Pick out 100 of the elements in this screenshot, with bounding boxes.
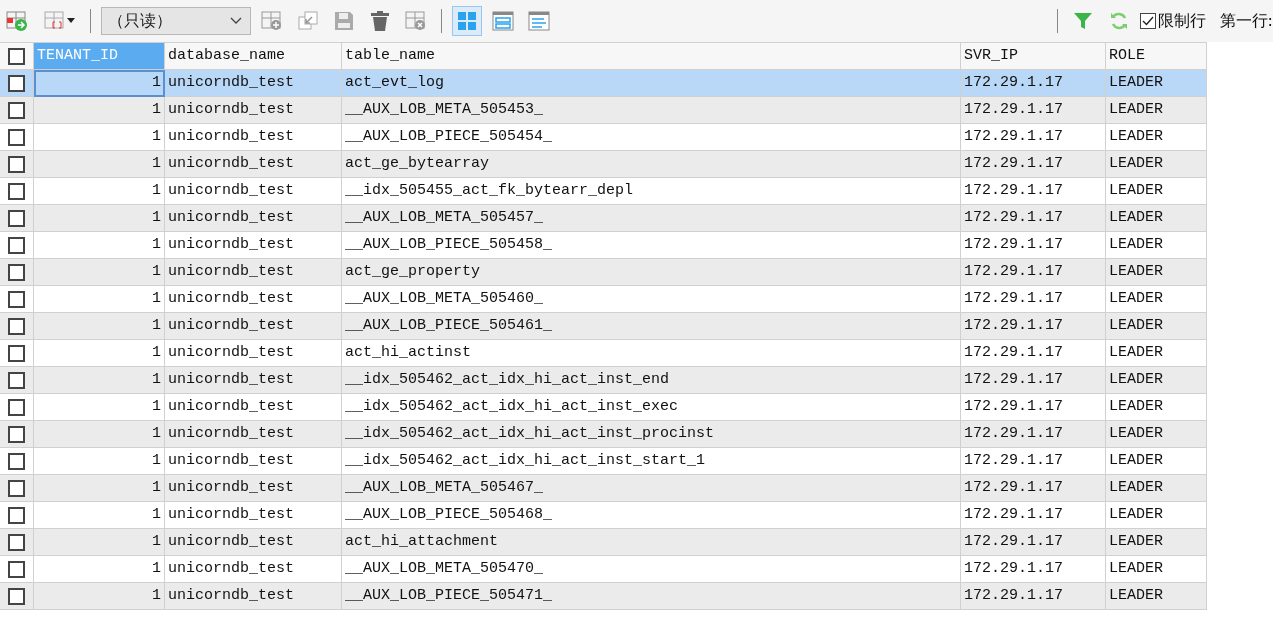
column-header[interactable]: SVR_IP xyxy=(961,43,1106,70)
column-header[interactable]: ROLE xyxy=(1106,43,1207,70)
row-checkbox[interactable] xyxy=(8,317,25,335)
table-cell: unicorndb_test xyxy=(165,502,342,529)
table-cell: 1 xyxy=(34,502,165,529)
table-cell: 1 xyxy=(34,232,165,259)
table-cell: act_ge_bytearray xyxy=(342,151,961,178)
row-checkbox[interactable] xyxy=(8,452,25,470)
first-row-label: 第一行: xyxy=(1219,10,1273,32)
row-checkbox[interactable] xyxy=(8,236,25,254)
table-cell: 172.29.1.17 xyxy=(961,205,1106,232)
table-cell: act_evt_log xyxy=(342,70,961,97)
table-cell: LEADER xyxy=(1106,583,1207,610)
row-checkbox[interactable] xyxy=(8,155,25,173)
table-cell: 172.29.1.17 xyxy=(961,421,1106,448)
save-icon xyxy=(332,9,356,33)
table-plus-icon xyxy=(260,9,284,33)
table-cell: 1 xyxy=(34,421,165,448)
table-cell: LEADER xyxy=(1106,367,1207,394)
row-checkbox[interactable] xyxy=(8,398,25,416)
caret-icon xyxy=(67,18,75,24)
row-checkbox[interactable] xyxy=(8,371,25,389)
table-cell: 172.29.1.17 xyxy=(961,583,1106,610)
table-cell: 172.29.1.17 xyxy=(961,232,1106,259)
table-cell: 1 xyxy=(34,124,165,151)
table-cell: 1 xyxy=(34,313,165,340)
row-checkbox[interactable] xyxy=(8,425,25,443)
table-cell: unicorndb_test xyxy=(165,313,342,340)
table-cell: 172.29.1.17 xyxy=(961,367,1106,394)
row-checkbox[interactable] xyxy=(8,587,25,605)
table-x-icon xyxy=(404,9,428,33)
table-cell: LEADER xyxy=(1106,502,1207,529)
table-cell: unicorndb_test xyxy=(165,151,342,178)
table-cell: unicorndb_test xyxy=(165,124,342,151)
row-checkbox[interactable] xyxy=(8,479,25,497)
table-cell: LEADER xyxy=(1106,70,1207,97)
table-cell: unicorndb_test xyxy=(165,367,342,394)
table-add-icon xyxy=(5,9,29,33)
row-checkbox[interactable] xyxy=(8,533,25,551)
table-cell: __idx_505462_act_idx_hi_act_inst_end xyxy=(342,367,961,394)
row-checkbox[interactable] xyxy=(8,74,25,92)
checkbox[interactable] xyxy=(1139,13,1156,29)
row-checkbox[interactable] xyxy=(8,344,25,362)
table-cell: 172.29.1.17 xyxy=(961,475,1106,502)
table-cell: __AUX_LOB_META_505460_ xyxy=(342,286,961,313)
table-cell: 172.29.1.17 xyxy=(961,124,1106,151)
table-cell: LEADER xyxy=(1106,178,1207,205)
header-checkbox-cell[interactable] xyxy=(0,43,34,70)
table-cell: 172.29.1.17 xyxy=(961,70,1106,97)
row-checkbox[interactable] xyxy=(8,101,25,119)
row-checkbox[interactable] xyxy=(8,290,25,308)
table-cell: __idx_505455_act_fk_bytearr_depl xyxy=(342,178,961,205)
table-cell: 1 xyxy=(34,70,165,97)
column-header[interactable]: database_name xyxy=(165,43,342,70)
table-cell: __AUX_LOB_META_505453_ xyxy=(342,97,961,124)
table-cell: __AUX_LOB_META_505470_ xyxy=(342,556,961,583)
table-cell: __AUX_LOB_PIECE_505454_ xyxy=(342,124,961,151)
table-cell: unicorndb_test xyxy=(165,421,342,448)
table-cell: unicorndb_test xyxy=(165,232,342,259)
table-cell: 172.29.1.17 xyxy=(961,97,1106,124)
table-cell: __idx_505462_act_idx_hi_act_inst_exec xyxy=(342,394,961,421)
table-cell: unicorndb_test xyxy=(165,70,342,97)
table-cell: 172.29.1.17 xyxy=(961,502,1106,529)
limit-rows-checkbox[interactable]: 限制行 xyxy=(1139,10,1206,32)
table-cell: 172.29.1.17 xyxy=(961,556,1106,583)
table-cell: 1 xyxy=(34,286,165,313)
row-checkbox[interactable] xyxy=(8,128,25,146)
table-cell: __AUX_LOB_PIECE_505468_ xyxy=(342,502,961,529)
table-cell: 172.29.1.17 xyxy=(961,448,1106,475)
table-cell: __AUX_LOB_PIECE_505471_ xyxy=(342,583,961,610)
table-cell: LEADER xyxy=(1106,475,1207,502)
row-checkbox[interactable] xyxy=(8,506,25,524)
row-checkbox[interactable] xyxy=(8,182,25,200)
table-cell: 1 xyxy=(34,340,165,367)
table-cell: 1 xyxy=(34,178,165,205)
table-cell: 172.29.1.17 xyxy=(961,313,1106,340)
table-cell: LEADER xyxy=(1106,313,1207,340)
row-checkbox[interactable] xyxy=(8,560,25,578)
column-header[interactable]: table_name xyxy=(342,43,961,70)
table-cell: unicorndb_test xyxy=(165,97,342,124)
row-checkbox[interactable] xyxy=(8,209,25,227)
table-cell: LEADER xyxy=(1106,394,1207,421)
row-checkbox[interactable] xyxy=(8,263,25,281)
table-cell: 172.29.1.17 xyxy=(961,259,1106,286)
checkbox[interactable] xyxy=(8,47,25,65)
chevron-down-icon xyxy=(230,17,242,25)
table-cell: unicorndb_test xyxy=(165,448,342,475)
table-cell: LEADER xyxy=(1106,151,1207,178)
table-cell: __AUX_LOB_PIECE_505461_ xyxy=(342,313,961,340)
table-cell: LEADER xyxy=(1106,286,1207,313)
table-cell: 172.29.1.17 xyxy=(961,151,1106,178)
form-view-icon xyxy=(491,9,515,33)
table-cell: LEADER xyxy=(1106,529,1207,556)
table-cell: 1 xyxy=(34,97,165,124)
table-cell: 1 xyxy=(34,583,165,610)
text-view-icon xyxy=(527,9,551,33)
table-cell: unicorndb_test xyxy=(165,475,342,502)
mode-select[interactable]: （只读） xyxy=(101,7,251,35)
table-cell: 1 xyxy=(34,394,165,421)
table-cell: __idx_505462_act_idx_hi_act_inst_procinst xyxy=(342,421,961,448)
